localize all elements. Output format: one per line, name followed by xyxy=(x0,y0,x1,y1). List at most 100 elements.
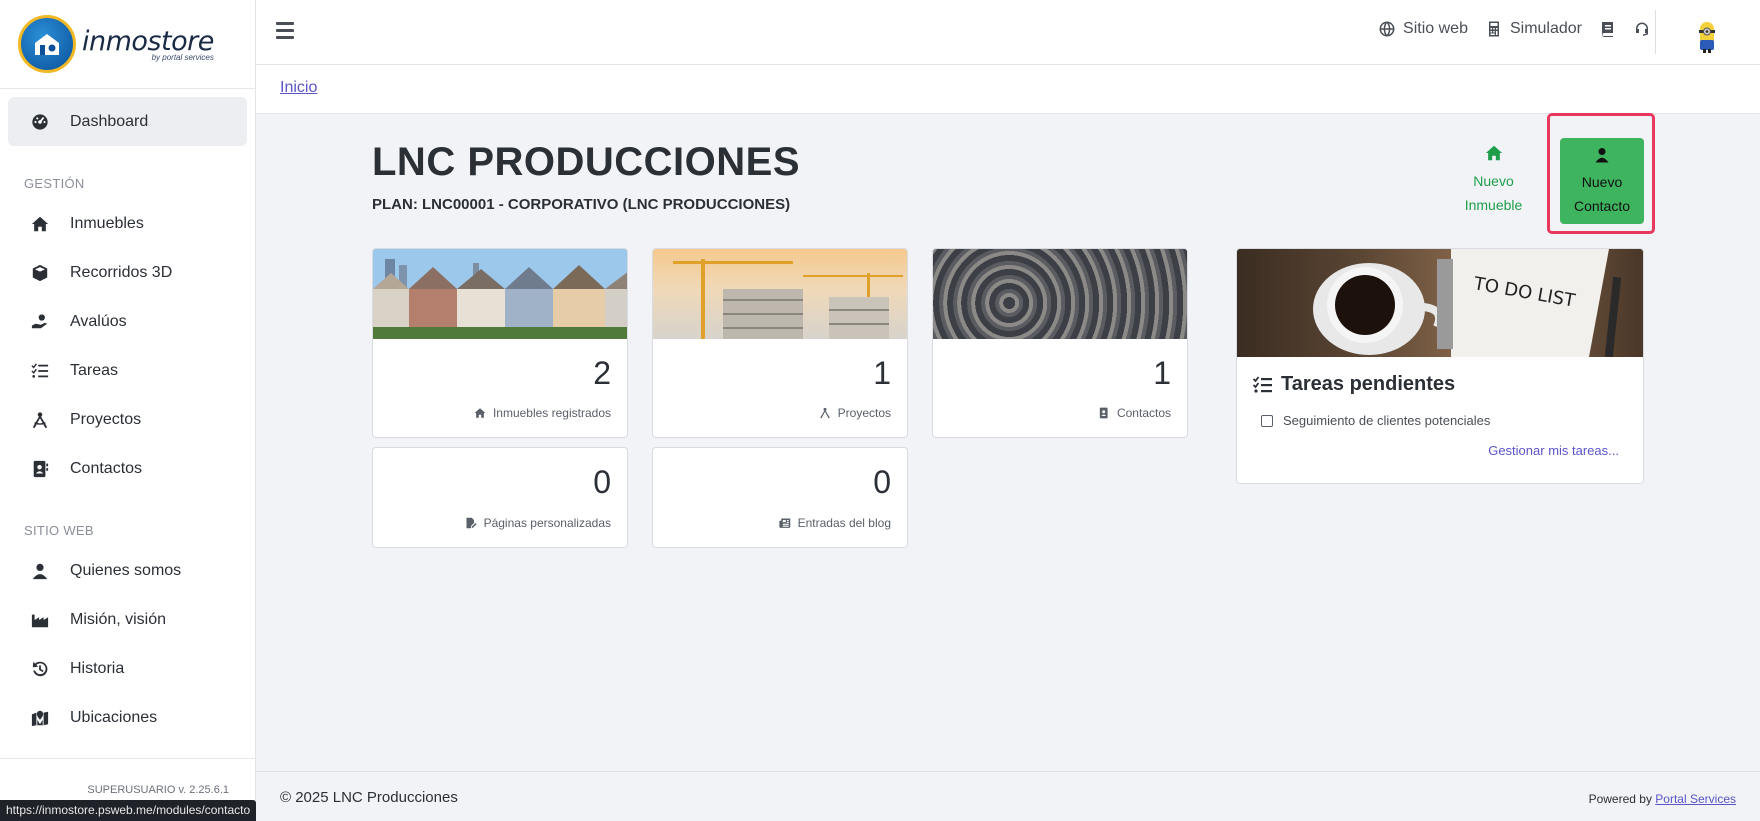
status-bar-url: https://inmostore.psweb.me/modules/conta… xyxy=(0,800,257,821)
globe-icon xyxy=(1379,21,1395,37)
sidebar-item-label: Avalúos xyxy=(70,312,127,330)
nuevo-inmueble-button[interactable]: Nuevo Inmueble xyxy=(1446,144,1541,217)
sidebar-item-avaluos[interactable]: Avalúos xyxy=(8,297,247,346)
manual-book-button[interactable] xyxy=(1600,21,1616,37)
sitio-web-link[interactable]: Sitio web xyxy=(1379,20,1468,38)
nuevo-contacto-button[interactable]: Nuevo Contacto xyxy=(1560,138,1644,224)
address-book-icon xyxy=(30,459,50,479)
tareas-pendientes-title: Tareas pendientes xyxy=(1253,373,1455,396)
stat-card-paginas[interactable]: 0 Páginas personalizadas xyxy=(372,447,628,548)
sidebar-item-contactos[interactable]: Contactos xyxy=(8,444,247,493)
compass-icon xyxy=(30,410,50,430)
stat-card-blog[interactable]: 0 Entradas del blog xyxy=(652,447,908,548)
sidebar-item-label: Misión, visión xyxy=(70,610,167,628)
sidebar-item-inmuebles[interactable]: Inmuebles xyxy=(8,199,247,248)
industry-icon xyxy=(30,610,50,630)
sidebar-item-label: Ubicaciones xyxy=(70,708,158,726)
stat-card-inmuebles[interactable]: 2 Inmuebles registrados xyxy=(372,248,628,438)
newspaper-icon xyxy=(778,517,791,529)
nuevo-inmueble-label-line1: Nuevo xyxy=(1473,173,1514,189)
task-list-icon xyxy=(1253,375,1273,394)
footer: © 2025 LNC Producciones Powered by Porta… xyxy=(256,771,1760,821)
sidebar-item-label: Dashboard xyxy=(70,112,149,130)
simulador-link[interactable]: Simulador xyxy=(1486,20,1582,38)
support-button[interactable] xyxy=(1634,21,1650,37)
sidebar-item-label: Recorridos 3D xyxy=(70,263,173,281)
sidebar-item-label: Proyectos xyxy=(70,410,142,428)
crowd-image xyxy=(933,249,1187,339)
todo-checkbox[interactable] xyxy=(1261,414,1273,427)
tareas-pendientes-card: TO DO LIST Tareas pendientes Seguimiento… xyxy=(1236,248,1644,484)
blog-label: Entradas del blog xyxy=(778,516,891,530)
nuevo-contacto-label-line1: Nuevo xyxy=(1581,174,1623,190)
sidebar-item-quienes-somos[interactable]: Quienes somos xyxy=(8,546,247,595)
sidebar-section-sitio-web: SITIO WEB xyxy=(24,523,94,538)
blog-count: 0 xyxy=(873,464,891,500)
sidebar-item-label: Contactos xyxy=(70,459,143,477)
nuevo-inmueble-label-line2: Inmueble xyxy=(1464,197,1523,213)
file-edit-icon xyxy=(465,517,477,529)
inmuebles-label: Inmuebles registrados xyxy=(474,406,611,420)
footer-powered-by: Powered by Portal Services xyxy=(1589,792,1736,806)
sidebar-item-dashboard[interactable]: Dashboard xyxy=(8,97,247,146)
map-location-icon xyxy=(30,708,50,728)
app-logo[interactable]: inmostore by portal services xyxy=(0,0,255,89)
compass-icon xyxy=(819,407,831,419)
breadcrumb: Inicio xyxy=(256,65,1760,114)
sidebar-item-recorridos-3d[interactable]: Recorridos 3D xyxy=(8,248,247,297)
home-icon xyxy=(1485,144,1503,162)
calculator-icon xyxy=(1486,21,1502,37)
sidebar-item-label: Historia xyxy=(70,659,125,677)
gestionar-tareas-link[interactable]: Gestionar mis tareas... xyxy=(1488,443,1619,458)
user-avatar[interactable] xyxy=(1694,18,1720,54)
contactos-label-text: Contactos xyxy=(1116,406,1171,420)
contactos-label: Contactos xyxy=(1098,406,1171,420)
book-icon xyxy=(1600,21,1616,37)
home-icon xyxy=(30,214,50,234)
logo-subtext: by portal services xyxy=(151,53,214,62)
sidebar-item-label: Inmuebles xyxy=(70,214,144,232)
sidebar-section-gestion: GESTIÓN xyxy=(24,176,85,191)
sidebar-item-historia[interactable]: Historia xyxy=(8,644,247,693)
simulador-label: Simulador xyxy=(1509,20,1582,37)
proyectos-count: 1 xyxy=(873,355,891,391)
contactos-count: 1 xyxy=(1153,355,1171,391)
todo-item[interactable]: Seguimiento de clientes potenciales xyxy=(1261,413,1490,428)
sidebar-item-proyectos[interactable]: Proyectos xyxy=(8,395,247,444)
sidebar-item-label: Quienes somos xyxy=(70,561,182,579)
home-icon xyxy=(474,407,486,419)
blog-label-text: Entradas del blog xyxy=(797,516,891,530)
sidebar: inmostore by portal services Dashboard G… xyxy=(0,0,256,821)
todo-list-image: TO DO LIST xyxy=(1237,249,1643,357)
hand-coin-icon xyxy=(30,312,50,332)
powered-by-text: Powered by xyxy=(1588,792,1652,806)
breadcrumb-inicio-link[interactable]: Inicio xyxy=(280,79,317,97)
sidebar-item-label: Tareas xyxy=(70,361,119,379)
stat-card-contactos[interactable]: 1 Contactos xyxy=(932,248,1188,438)
inmuebles-count: 2 xyxy=(593,355,611,391)
sitio-web-label: Sitio web xyxy=(1403,20,1468,37)
proyectos-label-text: Proyectos xyxy=(837,406,891,420)
paginas-label-text: Páginas personalizadas xyxy=(483,516,611,530)
proyectos-label: Proyectos xyxy=(819,406,891,420)
paginas-count: 0 xyxy=(593,464,611,500)
sidebar-item-tareas[interactable]: Tareas xyxy=(8,346,247,395)
address-book-icon xyxy=(1098,407,1110,419)
user-icon xyxy=(1594,147,1610,163)
cube-icon xyxy=(30,263,50,283)
version-label: SUPERUSUARIO v. 2.25.6.1 xyxy=(87,784,229,796)
inmuebles-label-text: Inmuebles registrados xyxy=(492,406,611,420)
stat-card-proyectos[interactable]: 1 Proyectos xyxy=(652,248,908,438)
logo-house-icon xyxy=(18,15,76,73)
plan-label: PLAN: LNC00001 - CORPORATIVO (LNC PRODUC… xyxy=(372,196,791,213)
nuevo-contacto-label-line2: Contacto xyxy=(1573,198,1631,214)
tareas-pendientes-title-text: Tareas pendientes xyxy=(1281,373,1456,395)
portal-services-link[interactable]: Portal Services xyxy=(1655,792,1736,806)
headset-icon xyxy=(1634,21,1650,37)
history-icon xyxy=(30,659,50,679)
houses-image xyxy=(373,249,627,339)
sidebar-item-ubicaciones[interactable]: Ubicaciones xyxy=(8,693,247,742)
hamburger-menu-icon[interactable] xyxy=(276,22,294,40)
footer-copyright: © 2025 LNC Producciones xyxy=(280,789,458,806)
sidebar-item-mision-vision[interactable]: Misión, visión xyxy=(8,595,247,644)
